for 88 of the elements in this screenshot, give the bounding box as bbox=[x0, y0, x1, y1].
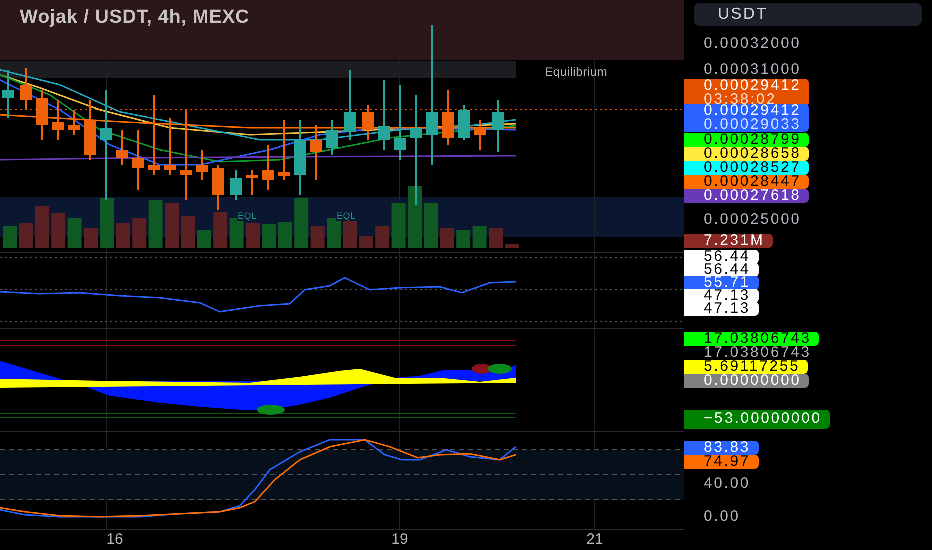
price-badge: 0.00027618 bbox=[684, 189, 810, 203]
volume-bar bbox=[181, 216, 196, 248]
volume-bar bbox=[132, 218, 147, 248]
price-badge: 0.00029412 0.00029033 bbox=[684, 104, 810, 132]
volume-bar bbox=[472, 226, 487, 248]
currency-button[interactable]: USDT bbox=[694, 3, 922, 26]
price-badge: 0.00028447 bbox=[684, 175, 810, 189]
volume-bar bbox=[116, 223, 130, 248]
zone-label: Equilibrium bbox=[545, 64, 608, 81]
candle bbox=[68, 110, 80, 135]
candle bbox=[246, 170, 258, 195]
volume-bar bbox=[310, 226, 325, 248]
volume-bar bbox=[197, 230, 212, 248]
candle bbox=[278, 120, 290, 180]
price-badge: 0.00028799 bbox=[684, 133, 810, 147]
candle bbox=[36, 90, 48, 140]
time-axis-label: 19 bbox=[392, 530, 408, 550]
price-badge: 47.13 bbox=[684, 289, 759, 303]
signal-dot bbox=[488, 364, 512, 374]
price-badge: 0.00028527 bbox=[684, 161, 810, 175]
price-badge: 47.13 bbox=[684, 302, 759, 316]
volume-bar bbox=[100, 198, 114, 248]
volume-bar bbox=[440, 228, 454, 248]
price-badge: 0.00000000 bbox=[684, 374, 810, 388]
volume-bar bbox=[456, 230, 471, 248]
candle bbox=[84, 100, 96, 160]
price-badge: 56.44 bbox=[684, 250, 759, 264]
price-badge: 0.00028658 bbox=[684, 147, 810, 161]
price-badge: 5.69117255 bbox=[684, 360, 808, 374]
signal-dot bbox=[257, 405, 285, 415]
volume-bar bbox=[392, 203, 406, 248]
candle bbox=[362, 105, 374, 140]
candle bbox=[196, 150, 208, 180]
price-badge: 56.44 bbox=[684, 263, 759, 277]
candle bbox=[164, 118, 176, 175]
axis-tick-label: 0.00 bbox=[704, 510, 740, 524]
candle bbox=[230, 170, 242, 200]
time-axis-label: 16 bbox=[106, 530, 124, 550]
volume-bar bbox=[3, 226, 17, 248]
candle bbox=[458, 105, 470, 140]
level-label: EQL bbox=[237, 211, 258, 221]
price-badge: 55.71 bbox=[684, 276, 759, 290]
candle bbox=[262, 145, 274, 190]
volume-bar bbox=[165, 203, 179, 248]
volume-bar bbox=[19, 223, 34, 248]
price-badge: −53.00000000 bbox=[684, 410, 830, 429]
chart-title: Wojak / USDT, 4h, MEXC bbox=[20, 6, 250, 30]
candle bbox=[116, 130, 128, 165]
volume-bar bbox=[424, 203, 438, 248]
volume-bar bbox=[52, 213, 66, 248]
signal-dot bbox=[472, 364, 492, 374]
volume-bar bbox=[68, 218, 82, 248]
volume-bar bbox=[278, 222, 292, 248]
price-badge: 17.03806743 bbox=[684, 332, 820, 346]
volume-bar bbox=[84, 228, 98, 248]
candle bbox=[52, 100, 64, 140]
time-axis-label: 21 bbox=[586, 530, 604, 550]
volume-bar bbox=[408, 186, 422, 248]
candle bbox=[474, 120, 486, 150]
axis-tick-label: 17.03806743 bbox=[704, 346, 812, 360]
candle bbox=[2, 70, 14, 118]
axis-tick-label: 0.00032000 bbox=[704, 37, 802, 51]
candle bbox=[310, 125, 322, 180]
axis-tick-label: 0.00031000 bbox=[704, 63, 802, 77]
axis-tick-label: 0.00025000 bbox=[704, 213, 802, 227]
volume-bar bbox=[505, 244, 520, 248]
volume-bar bbox=[148, 200, 163, 248]
candle bbox=[20, 68, 32, 110]
price-badge: 74.97 bbox=[684, 455, 759, 469]
candle bbox=[326, 120, 338, 155]
level-label: EQL bbox=[336, 211, 357, 221]
volume-bar bbox=[376, 226, 390, 248]
volume-bar bbox=[294, 198, 309, 248]
volume-bar bbox=[35, 206, 50, 248]
volume-bar bbox=[489, 228, 503, 248]
price-badge: 7.231M bbox=[684, 234, 773, 248]
candle bbox=[378, 80, 390, 150]
axis-tick-label: 40.00 bbox=[704, 477, 751, 491]
price-badge: 83.83 bbox=[684, 441, 759, 455]
candle bbox=[132, 130, 144, 190]
candle bbox=[442, 90, 454, 145]
volume-bar bbox=[246, 223, 260, 248]
candle bbox=[492, 100, 504, 152]
candle bbox=[344, 70, 356, 140]
candle bbox=[212, 165, 224, 210]
volume-bar bbox=[359, 236, 374, 248]
volume-bar bbox=[262, 224, 276, 248]
volume-bar bbox=[214, 212, 228, 248]
